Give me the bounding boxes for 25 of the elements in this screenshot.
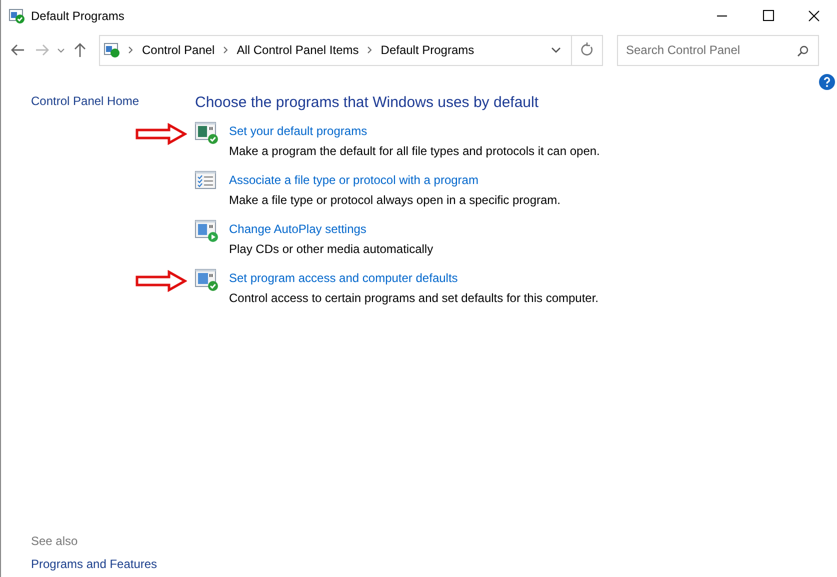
app-icon [9,8,25,24]
see-also-label: See also [31,534,79,548]
control-panel-home-link[interactable]: Control Panel Home [31,94,195,108]
chevron-icon [128,46,134,54]
chevron-icon [366,46,373,54]
breadcrumb-item[interactable]: Default Programs [380,43,474,57]
window-title: Default Programs [31,9,124,23]
help-icon[interactable] [819,74,835,90]
page-heading: Choose the programs that Windows uses by default [195,94,540,111]
task-description: Play CDs or other media automatically [229,242,434,256]
search-field[interactable]: Search Control Panel [617,34,819,66]
sidebar-link[interactable]: Programs and Features [31,557,195,571]
breadcrumb-item[interactable]: Control Panel [142,43,215,57]
search-icon [796,44,810,58]
task-link[interactable]: Set your default programs [229,124,368,138]
control-panel-icon [104,42,120,58]
chevron-icon [222,46,229,54]
task-link[interactable]: Set program access and computer defaults [229,271,458,285]
address-bar[interactable]: Control Panel All Control Panel Items Default Programs [99,34,603,66]
task-description: Control access to certain programs and set defaults for this computer. [229,291,599,305]
task-link[interactable]: Associate a file type or protocol with a program [229,173,478,187]
breadcrumb-item[interactable]: All Control Panel Items [236,43,359,57]
task-description: Make a program the default for all file types and protocols it can open. [229,144,600,158]
task-description: Make a file type or protocol always open in a specific program. [229,193,560,207]
task-link[interactable]: Change AutoPlay settings [229,222,366,236]
